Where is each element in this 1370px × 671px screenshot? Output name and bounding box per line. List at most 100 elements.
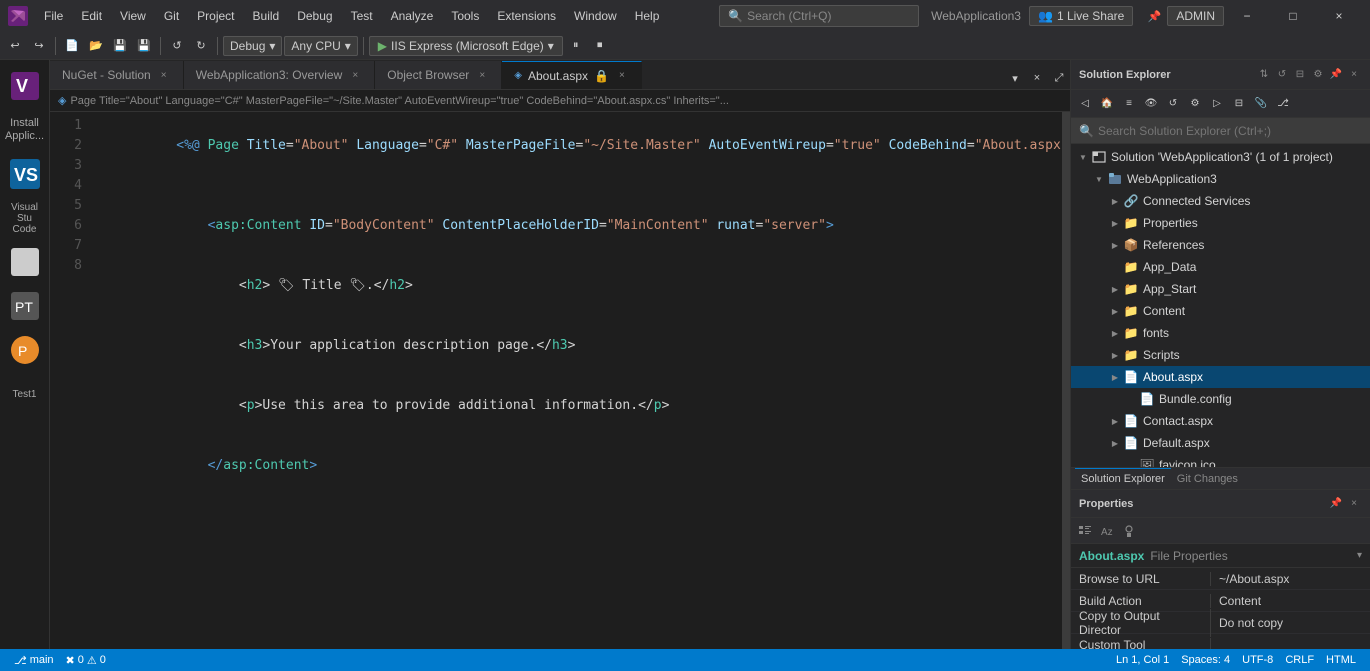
se-back-btn[interactable]: ◁ [1075, 94, 1095, 114]
stop-button[interactable]: ⏹ [589, 35, 611, 57]
menu-file[interactable]: File [36, 5, 71, 27]
tree-app-start[interactable]: ▶ 📁 App_Start [1071, 278, 1370, 300]
tree-scripts[interactable]: ▶ 📁 Scripts [1071, 344, 1370, 366]
tab-overview-close[interactable]: × [348, 68, 362, 82]
tab-object-browser-close[interactable]: × [475, 68, 489, 82]
search-box[interactable]: 🔍 Search (Ctrl+Q) [719, 5, 919, 27]
maximize-editor-button[interactable]: ⤢ [1048, 67, 1070, 89]
save-all-button[interactable]: 💾 [133, 35, 155, 57]
menu-edit[interactable]: Edit [73, 5, 110, 27]
pause-button[interactable]: ⏸ [565, 35, 587, 57]
tree-project[interactable]: ▼ WebApplication3 [1071, 168, 1370, 190]
tree-favicon[interactable]: ▶ 🖼 favicon.ico [1071, 454, 1370, 467]
tree-app-data[interactable]: ▶ 📁 App_Data [1071, 256, 1370, 278]
menu-help[interactable]: Help [627, 5, 668, 27]
se-git-btn[interactable]: ⎇ [1273, 94, 1293, 114]
tab-list-button[interactable]: ▾ [1004, 67, 1026, 89]
editor-scrollbar[interactable] [1062, 112, 1070, 649]
close-button[interactable]: × [1316, 0, 1362, 32]
props-dropdown-icon[interactable]: ▾ [1357, 550, 1362, 561]
menu-git[interactable]: Git [156, 5, 187, 27]
se-close-button[interactable]: × [1346, 67, 1362, 83]
tab-about-aspx[interactable]: ◈ About.aspx 🔒 × [502, 61, 642, 89]
props-pin-button[interactable]: 📌 [1328, 496, 1344, 512]
props-close-button[interactable]: × [1346, 496, 1362, 512]
tree-properties[interactable]: ▶ 📁 Properties [1071, 212, 1370, 234]
redo-button[interactable]: ↻ [190, 35, 212, 57]
status-git[interactable]: ⎇ main [8, 654, 60, 667]
tab-nuget-close[interactable]: × [157, 68, 171, 82]
se-refresh-button[interactable]: ↺ [1274, 67, 1290, 83]
tab-object-browser[interactable]: Object Browser × [375, 61, 502, 89]
forward-button[interactable]: ↪ [28, 35, 50, 57]
pin-button[interactable]: 📌 [1141, 5, 1167, 27]
tree-content[interactable]: ▶ 📁 Content [1071, 300, 1370, 322]
platform-dropdown[interactable]: Any CPU ▾ [284, 36, 357, 56]
taskbar-pt-icon[interactable]: PT [6, 287, 44, 325]
se-refresh-btn[interactable]: ↺ [1163, 94, 1183, 114]
menu-view[interactable]: View [112, 5, 154, 27]
menu-debug[interactable]: Debug [289, 5, 340, 27]
se-filter-btn[interactable]: ⚙ [1185, 94, 1205, 114]
undo-button[interactable]: ↺ [166, 35, 188, 57]
tree-contact-aspx[interactable]: ▶ 📄 Contact.aspx [1071, 410, 1370, 432]
props-props-btn[interactable] [1119, 521, 1139, 541]
menu-extensions[interactable]: Extensions [489, 5, 564, 27]
status-language[interactable]: HTML [1320, 654, 1362, 666]
tree-connected-services[interactable]: ▶ 🔗 Connected Services [1071, 190, 1370, 212]
close-tab-button[interactable]: × [1026, 67, 1048, 89]
se-collapse-all-btn[interactable]: ⊟ [1229, 94, 1249, 114]
admin-button[interactable]: ADMIN [1167, 6, 1224, 26]
tree-references[interactable]: ▶ 📦 References [1071, 234, 1370, 256]
taskbar-install-icon[interactable]: InstallApplic... [6, 111, 44, 149]
se-tab-git-changes[interactable]: Git Changes [1171, 468, 1244, 489]
tab-about-close[interactable]: × [615, 69, 629, 83]
menu-test[interactable]: Test [343, 5, 381, 27]
status-spaces[interactable]: Spaces: 4 [1175, 654, 1236, 666]
menu-project[interactable]: Project [189, 5, 242, 27]
tree-bundle-config[interactable]: ▶ 📄 Bundle.config [1071, 388, 1370, 410]
open-button[interactable]: 📂 [85, 35, 107, 57]
se-scope-btn[interactable]: 📎 [1251, 94, 1271, 114]
se-home-btn[interactable]: 🏠 [1097, 94, 1117, 114]
taskbar-test-icon[interactable]: Test1 [6, 375, 44, 413]
new-file-button[interactable]: 📄 [61, 35, 83, 57]
se-properties-button[interactable]: ⚙ [1310, 67, 1326, 83]
tree-solution[interactable]: ▼ Solution 'WebApplication3' (1 of 1 pro… [1071, 146, 1370, 168]
code-editor[interactable]: <%@ Page Title="About" Language="C#" Mas… [90, 112, 1062, 649]
save-button[interactable]: 💾 [109, 35, 131, 57]
menu-build[interactable]: Build [245, 5, 288, 27]
tab-nuget[interactable]: NuGet - Solution × [50, 61, 184, 89]
status-encoding[interactable]: UTF-8 [1236, 654, 1279, 666]
tree-default-aspx[interactable]: ▶ 📄 Default.aspx [1071, 432, 1370, 454]
menu-window[interactable]: Window [566, 5, 625, 27]
maximize-button[interactable]: □ [1270, 0, 1316, 32]
se-sync-button[interactable]: ⇅ [1256, 67, 1272, 83]
props-categorized-btn[interactable] [1075, 521, 1095, 541]
taskbar-vs-icon[interactable]: V [6, 67, 44, 105]
back-button[interactable]: ↩ [4, 35, 26, 57]
se-tab-solution-explorer[interactable]: Solution Explorer [1075, 468, 1171, 489]
status-eol[interactable]: CRLF [1279, 654, 1320, 666]
run-button[interactable]: ▶ IIS Express (Microsoft Edge) ▾ [369, 36, 563, 56]
props-alpha-btn[interactable]: Az [1097, 521, 1117, 541]
menu-analyze[interactable]: Analyze [383, 5, 442, 27]
tab-overview[interactable]: WebApplication3: Overview × [184, 61, 376, 89]
menu-tools[interactable]: Tools [443, 5, 487, 27]
se-props-view-btn[interactable]: ≡ [1119, 94, 1139, 114]
taskbar-orange-icon[interactable]: P [6, 331, 44, 369]
status-position[interactable]: Ln 1, Col 1 [1110, 654, 1175, 666]
se-search-input[interactable] [1098, 124, 1362, 138]
status-errors[interactable]: ✖ 0 ⚠ 0 [60, 654, 112, 667]
se-show-all-btn[interactable]: 👁 [1141, 94, 1161, 114]
live-share-button[interactable]: 👥 1 Live Share [1029, 6, 1133, 26]
minimize-button[interactable]: − [1224, 0, 1270, 32]
se-preview-btn[interactable]: ▷ [1207, 94, 1227, 114]
debug-config-dropdown[interactable]: Debug ▾ [223, 36, 282, 56]
tree-about-aspx[interactable]: ▶ 📄 About.aspx [1071, 366, 1370, 388]
taskbar-white-icon[interactable] [6, 243, 44, 281]
taskbar-visual-studio-icon[interactable]: Visual StuCode [6, 199, 44, 237]
se-pin-button[interactable]: 📌 [1328, 67, 1344, 83]
taskbar-vs-studio-icon[interactable]: VS [6, 155, 44, 193]
tree-fonts[interactable]: ▶ 📁 fonts [1071, 322, 1370, 344]
